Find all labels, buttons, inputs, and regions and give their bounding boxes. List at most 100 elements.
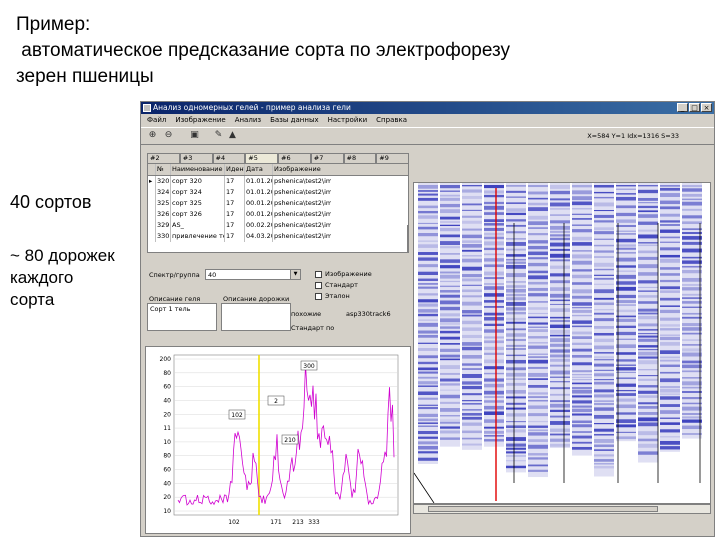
gel-description-field[interactable]: Сорт 1 тель: [147, 303, 217, 331]
gel-band: [528, 457, 548, 460]
table-row[interactable]: 330 привлечение теста 17 04.03.2008 pshe…: [148, 231, 408, 242]
gel-band: [528, 215, 548, 220]
scrollbar-thumb[interactable]: [428, 506, 658, 512]
gel-band: [682, 406, 702, 411]
menu-settings[interactable]: Настройки: [328, 114, 368, 126]
menu-databases[interactable]: Базы данных: [270, 114, 319, 126]
gel-band: [594, 214, 614, 218]
gel-band: [682, 364, 702, 369]
gel-horizontal-scrollbar[interactable]: [413, 504, 711, 514]
gel-band: [616, 377, 636, 380]
group-select-value: 40: [208, 271, 217, 279]
gel-band: [616, 338, 636, 340]
gel-band: [616, 412, 636, 415]
gel-band: [660, 286, 680, 290]
gel-band: [638, 323, 658, 327]
column-header-date[interactable]: Дата: [245, 164, 273, 175]
gel-band: [594, 363, 614, 367]
gel-band: [440, 354, 460, 358]
gel-band: [638, 360, 658, 365]
lock-icon[interactable]: ▲: [227, 130, 238, 141]
checkbox-standard-box[interactable]: [315, 281, 322, 289]
gel-band: [594, 345, 614, 350]
gel-band: [506, 390, 526, 394]
gel-band: [550, 265, 570, 269]
table-row[interactable]: ▸ 320 сорт 320 17 01.01.2011 pshenica\te…: [148, 176, 408, 187]
checkbox-image[interactable]: Изображение: [315, 270, 372, 278]
menu-file[interactable]: Файл: [147, 114, 166, 126]
gel-band: [550, 403, 570, 408]
tab-9[interactable]: #9: [376, 153, 409, 163]
zoom-out-icon[interactable]: ⊖: [163, 130, 174, 141]
gel-image-panel[interactable]: [413, 182, 711, 504]
cell-name: сорт 324: [171, 187, 225, 198]
tab-5[interactable]: #5: [245, 153, 278, 163]
table-row[interactable]: 324 сорт 324 17 01.01.2011 pshenica\test…: [148, 187, 408, 198]
menu-image[interactable]: Изображение: [175, 114, 225, 126]
tab-3[interactable]: #3: [179, 153, 213, 163]
gel-band: [462, 249, 482, 252]
maximize-button[interactable]: □: [689, 103, 700, 112]
gel-band: [528, 251, 548, 256]
gel-band: [550, 237, 570, 241]
gel-band: [572, 413, 592, 416]
menu-help[interactable]: Справка: [376, 114, 407, 126]
column-header-name[interactable]: Наименование: [171, 164, 225, 175]
column-header-id[interactable]: Идент: [225, 164, 245, 175]
table-row[interactable]: 325 сорт 325 17 00.01.2008 pshenica\test…: [148, 198, 408, 209]
gel-band: [550, 214, 570, 216]
gel-band: [462, 346, 482, 351]
close-button[interactable]: ×: [701, 103, 712, 112]
gel-band: [594, 454, 614, 457]
checkbox-image-box[interactable]: [315, 270, 322, 278]
gel-band: [462, 363, 482, 366]
menu-analysis[interactable]: Анализ: [235, 114, 261, 126]
tab-8[interactable]: #8: [343, 153, 377, 163]
cell-image: pshenica\test2\image06: [274, 232, 331, 240]
gel-band: [594, 400, 614, 402]
gel-band: [682, 277, 702, 282]
cell-image: pshenica\test2\image06: [274, 199, 331, 207]
gel-band: [462, 266, 482, 271]
minimize-button[interactable]: _: [677, 103, 688, 112]
checkbox-standard[interactable]: Стандарт: [315, 281, 358, 289]
gel-band: [572, 376, 592, 379]
gel-band: [572, 342, 592, 345]
tool-icon[interactable]: ✎: [213, 130, 224, 141]
gel-band: [418, 436, 438, 439]
checkbox-etalon-box[interactable]: [315, 292, 322, 300]
chevron-down-icon[interactable]: ▼: [290, 270, 300, 279]
table-row[interactable]: 329 AS_ 17 00.02.2008 pshenica\test2\ima…: [148, 220, 408, 231]
gel-band: [682, 332, 702, 335]
gel-band: [638, 264, 658, 269]
gel-band: [506, 407, 526, 410]
gel-band: [418, 309, 438, 313]
gel-band: [616, 398, 636, 402]
column-header-image[interactable]: Изображение: [273, 164, 331, 175]
gel-band: [660, 393, 680, 395]
gel-band: [484, 300, 504, 303]
tab-4[interactable]: #4: [212, 153, 246, 163]
save-icon[interactable]: ▣: [189, 130, 200, 141]
cell-id: 17: [225, 220, 245, 231]
zoom-in-icon[interactable]: ⊕: [147, 130, 158, 141]
column-header-number[interactable]: №: [156, 164, 171, 175]
gel-band: [528, 275, 548, 280]
group-select[interactable]: 40 ▼: [205, 269, 301, 280]
table-row[interactable]: 326 сорт 326 17 00.01.2008 pshenica\test…: [148, 209, 408, 220]
gel-band: [528, 392, 548, 395]
tab-7[interactable]: #7: [310, 153, 344, 163]
lane-description-field[interactable]: [221, 303, 291, 331]
gel-band: [594, 312, 614, 315]
gel-band: [418, 313, 438, 317]
gel-image[interactable]: [414, 183, 710, 503]
gel-band: [528, 307, 548, 310]
gel-band: [594, 244, 614, 247]
tab-6[interactable]: #6: [278, 153, 311, 163]
checkbox-etalon[interactable]: Эталон: [315, 292, 350, 300]
tab-2[interactable]: #2: [147, 153, 180, 163]
gel-band: [528, 207, 548, 212]
table-scrollbar[interactable]: [407, 225, 408, 252]
gel-band: [616, 247, 636, 250]
window-titlebar[interactable]: Анализ одномерных гелей - пример анализа…: [141, 102, 714, 114]
